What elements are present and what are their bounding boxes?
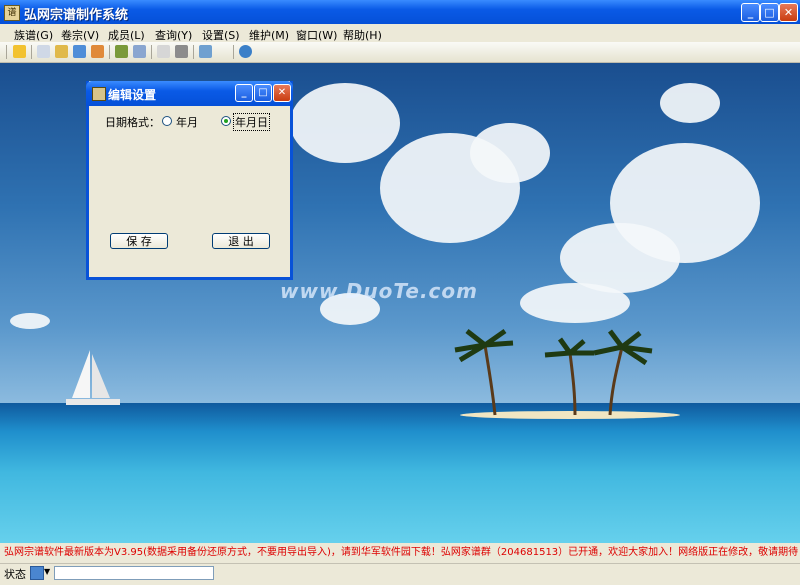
status-icon[interactable] (30, 566, 44, 580)
dialog-icon (92, 87, 106, 101)
date-format-label: 日期格式： (105, 116, 160, 129)
dialog-minimize-button[interactable]: _ (235, 84, 253, 102)
close-button[interactable]: ✕ (779, 3, 798, 22)
radio-year-month[interactable] (162, 116, 172, 126)
radio-year-month-day-label[interactable]: 年月日 (233, 113, 270, 131)
toolbar-separator (31, 45, 32, 59)
window-title: 弘网宗谱制作系统 (24, 8, 129, 23)
cloud (520, 283, 630, 323)
menu-settings[interactable]: 设置(S) (202, 27, 240, 43)
toolbar-separator (151, 45, 152, 59)
menu-help[interactable]: 帮助(H) (343, 27, 382, 43)
announcement-text: 弘网宗谱软件最新版本为V3.95(数据采用备份还原方式，不要用导出导入)，请到华… (0, 543, 800, 563)
print-icon[interactable] (175, 45, 188, 58)
menu-member[interactable]: 成员(L) (108, 27, 145, 43)
radio-year-month-day[interactable] (221, 116, 231, 126)
menu-genealogy[interactable]: 族谱(G) (14, 27, 53, 43)
status-input[interactable] (54, 566, 214, 580)
sea (0, 403, 800, 543)
cloud (10, 313, 50, 329)
toolbar-separator (193, 45, 194, 59)
menu-volume[interactable]: 卷宗(V) (61, 27, 99, 43)
exit-button[interactable]: 退 出 (212, 233, 270, 249)
document-icon[interactable] (37, 45, 50, 58)
cloud (610, 143, 760, 263)
menu-query[interactable]: 查询(Y) (155, 27, 192, 43)
cloud (660, 83, 720, 123)
person-icon[interactable] (73, 45, 86, 58)
book-icon[interactable] (55, 45, 68, 58)
save-button[interactable]: 保 存 (110, 233, 168, 249)
app-icon: 谱 (4, 5, 20, 21)
edit-icon[interactable] (91, 45, 104, 58)
status-label: 状态 (4, 568, 26, 581)
toolbar-grip (6, 45, 7, 59)
cloud (470, 123, 550, 183)
cloud (290, 83, 400, 163)
dialog-close-button[interactable]: ✕ (273, 84, 291, 102)
tools-icon[interactable] (199, 45, 212, 58)
tree-icon[interactable] (115, 45, 128, 58)
page-icon[interactable] (157, 45, 170, 58)
announcement-message: 弘网宗谱软件最新版本为V3.95(数据采用备份还原方式，不要用导出导入)，请到华… (4, 547, 799, 558)
dialog-title: 编辑设置 (108, 88, 157, 102)
dialog-maximize-button[interactable]: □ (254, 84, 272, 102)
watermark: www.DuoTe.com (280, 279, 478, 303)
maximize-button[interactable]: □ (760, 3, 779, 22)
sailboat (66, 350, 120, 405)
minimize-button[interactable]: _ (741, 3, 760, 22)
new-icon[interactable] (13, 45, 26, 58)
palm-trees (454, 328, 653, 416)
toolbar-separator (233, 45, 234, 59)
web-icon[interactable] (239, 45, 252, 58)
toolbar-separator (109, 45, 110, 59)
menu-window[interactable]: 窗口(W) (296, 27, 337, 43)
status-dropdown-arrow-icon[interactable]: ▼ (44, 567, 50, 576)
edit-settings-dialog (86, 81, 293, 280)
preview-icon[interactable] (133, 45, 146, 58)
menu-maintenance[interactable]: 维护(M) (249, 27, 289, 43)
radio-year-month-label[interactable]: 年月 (176, 114, 198, 130)
